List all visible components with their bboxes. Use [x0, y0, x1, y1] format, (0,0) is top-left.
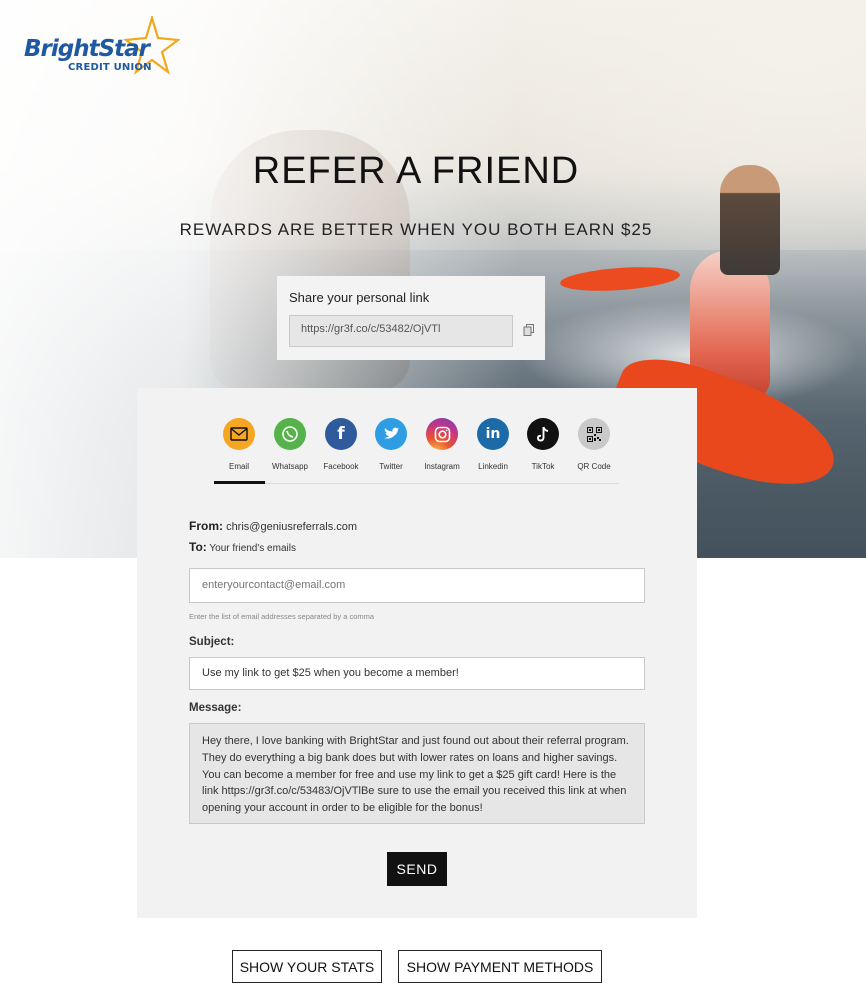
contacts-input[interactable]	[189, 568, 645, 603]
send-button[interactable]: SEND	[387, 852, 447, 886]
qr-code-icon	[578, 418, 610, 450]
share-channel-tabs: Email Whatsapp f Facebook Twitter Instag…	[214, 418, 619, 484]
share-tab-label: Instagram	[424, 462, 460, 471]
share-tab-whatsapp[interactable]: Whatsapp	[265, 418, 315, 484]
logo-subtitle: CREDIT UNION	[68, 62, 152, 73]
whatsapp-icon	[274, 418, 306, 450]
twitter-icon	[375, 418, 407, 450]
envelope-icon	[223, 418, 255, 450]
page-title: REFER A FRIEND	[252, 150, 580, 192]
active-tab-indicator	[214, 481, 265, 484]
share-panel: Email Whatsapp f Facebook Twitter Instag…	[137, 388, 697, 918]
tabs-underline	[214, 483, 619, 484]
message-label: Message:	[189, 702, 242, 714]
to-row: To: Your friend's emails	[189, 540, 296, 554]
brightstar-logo[interactable]: BrightStar CREDIT UNION	[22, 16, 182, 80]
subject-label: Subject:	[189, 636, 235, 648]
contacts-hint: Enter the list of email addresses separa…	[189, 612, 375, 621]
from-email: chris@geniusreferrals.com	[226, 521, 358, 533]
linkedin-icon: in	[477, 418, 509, 450]
page-subtitle: REWARDS ARE BETTER WHEN YOU BOTH EARN $2…	[179, 220, 653, 239]
share-tab-label: Email	[228, 462, 249, 471]
share-tab-instagram[interactable]: Instagram	[417, 418, 467, 484]
instagram-icon	[426, 418, 458, 450]
to-label: To:	[189, 540, 207, 554]
tiktok-icon	[527, 418, 559, 450]
share-tab-label: Whatsapp	[271, 462, 309, 471]
share-tab-label: TikTok	[531, 462, 555, 471]
share-tab-label: Twitter	[379, 462, 403, 471]
logo-wordmark: BrightStar	[24, 36, 150, 62]
share-tab-email[interactable]: Email	[214, 418, 264, 484]
share-tab-tiktok[interactable]: TikTok	[518, 418, 568, 484]
from-label: From:	[189, 519, 223, 533]
personal-link-label: Share your personal link	[289, 290, 430, 305]
share-tab-facebook[interactable]: f Facebook	[316, 418, 366, 484]
share-tab-label: Linkedin	[478, 462, 508, 471]
show-stats-button[interactable]: SHOW YOUR STATS	[232, 950, 382, 983]
show-payment-methods-button[interactable]: SHOW PAYMENT METHODS	[398, 950, 602, 983]
message-textarea[interactable]: Hey there, I love banking with BrightSta…	[189, 723, 645, 824]
share-tab-twitter[interactable]: Twitter	[366, 418, 416, 484]
personal-link-box: Share your personal link https://gr3f.co…	[277, 276, 545, 360]
share-tab-label: QR Code	[577, 462, 611, 471]
to-description: Your friend's emails	[209, 543, 296, 554]
facebook-icon: f	[325, 418, 357, 450]
share-tab-linkedin[interactable]: in Linkedin	[468, 418, 518, 484]
share-tab-qr-code[interactable]: QR Code	[569, 418, 619, 484]
from-row: From: chris@geniusreferrals.com	[189, 519, 357, 533]
share-tab-label: Facebook	[323, 462, 359, 471]
subject-input[interactable]: Use my link to get $25 when you become a…	[189, 657, 645, 690]
copy-icon[interactable]	[523, 324, 535, 336]
personal-link-field[interactable]: https://gr3f.co/c/53482/OjVTl	[289, 315, 513, 347]
